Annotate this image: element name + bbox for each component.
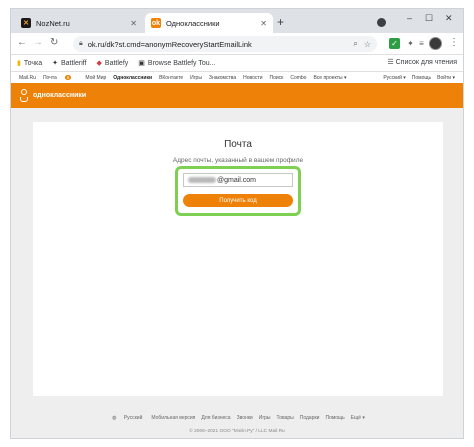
page-title: Почта bbox=[224, 139, 252, 150]
mail-count-badge: 6 bbox=[64, 74, 72, 80]
help-link[interactable]: Помощь bbox=[412, 75, 431, 81]
tab-title: Одноклассники bbox=[166, 18, 220, 28]
nav-odnoklassniki[interactable]: Одноклассники bbox=[113, 75, 152, 81]
globe-icon: ◍ bbox=[112, 415, 118, 421]
bookmark-tochka[interactable]: ▮ Точка bbox=[17, 59, 43, 68]
footer-copyright: © 2006–2021 ООО "Мэйл.Ру" / LLC Mail.Ru bbox=[189, 429, 285, 434]
browser-menu-icon[interactable]: ⋮ bbox=[449, 37, 459, 48]
tab-noznet[interactable]: ✕ NozNet.ru ✕ bbox=[15, 13, 143, 33]
reload-button[interactable]: ↻ bbox=[50, 37, 58, 48]
browser-window: ✕ NozNet.ru ✕ ok Одноклассники ✕ + – ☐ ✕… bbox=[10, 8, 464, 439]
language-selector[interactable]: Русский ▾ bbox=[383, 75, 405, 81]
close-window-button[interactable]: ✕ bbox=[445, 13, 453, 24]
browser-toolbar: ← → ↻ 🔒︎ ok.ru/dk?st.cmd=anonymRecoveryS… bbox=[11, 33, 463, 55]
reading-list-label: Список для чтения bbox=[395, 59, 457, 66]
footer-language[interactable]: ◍ Русский bbox=[109, 415, 145, 421]
footer-calls[interactable]: Звонки bbox=[237, 415, 253, 421]
tab-title: NozNet.ru bbox=[36, 18, 70, 28]
ok-logo-icon[interactable] bbox=[19, 88, 29, 103]
maximize-button[interactable]: ☐ bbox=[425, 13, 433, 24]
footer-more[interactable]: Ещё ▾ bbox=[351, 415, 365, 421]
battlefy-page-icon: ▣ bbox=[138, 60, 145, 67]
noznet-favicon-icon: ✕ bbox=[21, 18, 31, 28]
new-tab-button[interactable]: + bbox=[277, 15, 284, 29]
nav-mailru[interactable]: Mail.Ru bbox=[19, 75, 36, 81]
reading-list-button[interactable]: ☰ Список для чтения bbox=[387, 58, 457, 66]
bookmark-label: Battleriff bbox=[60, 59, 87, 67]
extension-check-icon[interactable]: ✓ bbox=[389, 38, 400, 49]
bookmark-battleriff[interactable]: ✦ Battleriff bbox=[52, 59, 87, 68]
get-code-button[interactable]: Получить код bbox=[183, 194, 293, 207]
tab-odnoklassniki[interactable]: ok Одноклассники ✕ bbox=[145, 13, 273, 33]
address-bar[interactable]: 🔒︎ ok.ru/dk?st.cmd=anonymRecoveryStartEm… bbox=[73, 36, 377, 52]
nav-mail-label: Почта bbox=[42, 74, 57, 81]
bookmark-label: Battlefy bbox=[104, 59, 129, 67]
bookmark-battlefy[interactable]: ◆ Battlefy bbox=[96, 59, 129, 68]
nav-combo[interactable]: Combo bbox=[290, 75, 306, 81]
bookmarks-bar: ▮ Точка ✦ Battleriff ◆ Battlefy ▣ Browse… bbox=[11, 55, 463, 72]
email-field[interactable]: @gmail.com bbox=[183, 173, 293, 187]
portal-nav-right: Русский ▾ Помощь Войти ▾ bbox=[377, 75, 455, 81]
email-suffix: @gmail.com bbox=[217, 176, 257, 184]
nav-games[interactable]: Игры bbox=[190, 75, 202, 81]
nav-mail[interactable]: Почта 6 bbox=[42, 74, 78, 81]
reading-list-icon: ☰ bbox=[387, 59, 396, 66]
footer-gifts[interactable]: Подарки bbox=[300, 415, 320, 421]
site-brand[interactable]: одноклассники bbox=[33, 92, 86, 99]
media-icon[interactable]: ≡ bbox=[416, 38, 427, 49]
footer-language-label: Русский bbox=[123, 415, 143, 421]
forward-button[interactable]: → bbox=[33, 37, 43, 48]
close-tab-icon[interactable]: ✕ bbox=[260, 19, 267, 28]
site-header: одноклассники bbox=[11, 83, 463, 108]
recovery-card: Почта Адрес почты, указанный в вашем про… bbox=[33, 122, 443, 396]
nav-news[interactable]: Новости bbox=[243, 75, 262, 81]
profile-indicator-icon[interactable] bbox=[377, 18, 386, 27]
form-subtitle: Адрес почты, указанный в вашем профиле bbox=[172, 157, 304, 164]
ok-favicon-icon: ok bbox=[151, 18, 161, 28]
redacted-username bbox=[188, 177, 216, 183]
footer-links: ◍ Русский Мобильная версия Для бизнеса З… bbox=[11, 415, 463, 421]
footer-help[interactable]: Помощь bbox=[325, 415, 344, 421]
bookmark-browse-battlefy[interactable]: ▣ Browse Battlefy Tou... bbox=[138, 59, 216, 68]
nav-dating[interactable]: Знакомства bbox=[209, 75, 236, 81]
folder-icon: ▮ bbox=[17, 60, 21, 67]
footer-games[interactable]: Игры bbox=[259, 415, 271, 421]
avatar[interactable] bbox=[429, 37, 442, 50]
back-button[interactable]: ← bbox=[17, 37, 27, 48]
battleriff-icon: ✦ bbox=[52, 60, 58, 67]
page-viewport: Mail.Ru Почта 6 Мой Мир Одноклассники ВКо… bbox=[11, 72, 463, 438]
footer-business[interactable]: Для бизнеса bbox=[201, 415, 230, 421]
bookmark-star-icon[interactable]: ☆ bbox=[364, 40, 371, 49]
nav-search[interactable]: Поиск bbox=[269, 75, 283, 81]
footer-goods[interactable]: Товары bbox=[277, 415, 294, 421]
extensions-puzzle-icon[interactable]: ✦ bbox=[405, 38, 416, 49]
portal-nav: Mail.Ru Почта 6 Мой Мир Одноклассники ВКо… bbox=[11, 72, 463, 83]
close-tab-icon[interactable]: ✕ bbox=[130, 19, 137, 28]
bookmark-label: Browse Battlefy Tou... bbox=[147, 59, 216, 67]
nav-all-projects[interactable]: Все проекты ▾ bbox=[313, 75, 346, 81]
minimize-button[interactable]: – bbox=[407, 13, 412, 23]
nav-vkontakte[interactable]: ВКонтакте bbox=[159, 75, 183, 81]
footer-mobile[interactable]: Мобильная версия bbox=[151, 415, 195, 421]
search-icon[interactable]: ⌕ bbox=[353, 39, 357, 49]
tab-strip: ✕ NozNet.ru ✕ ok Одноклассники ✕ + – ☐ ✕ bbox=[11, 9, 463, 33]
battlefy-icon: ◆ bbox=[96, 60, 102, 67]
url-text: ok.ru/dk?st.cmd=anonymRecoveryStartEmail… bbox=[87, 39, 252, 49]
lock-icon: 🔒︎ bbox=[79, 40, 83, 47]
bookmark-label: Точка bbox=[23, 59, 43, 67]
login-link[interactable]: Войти ▾ bbox=[437, 75, 455, 81]
nav-my-world[interactable]: Мой Мир bbox=[85, 75, 106, 81]
